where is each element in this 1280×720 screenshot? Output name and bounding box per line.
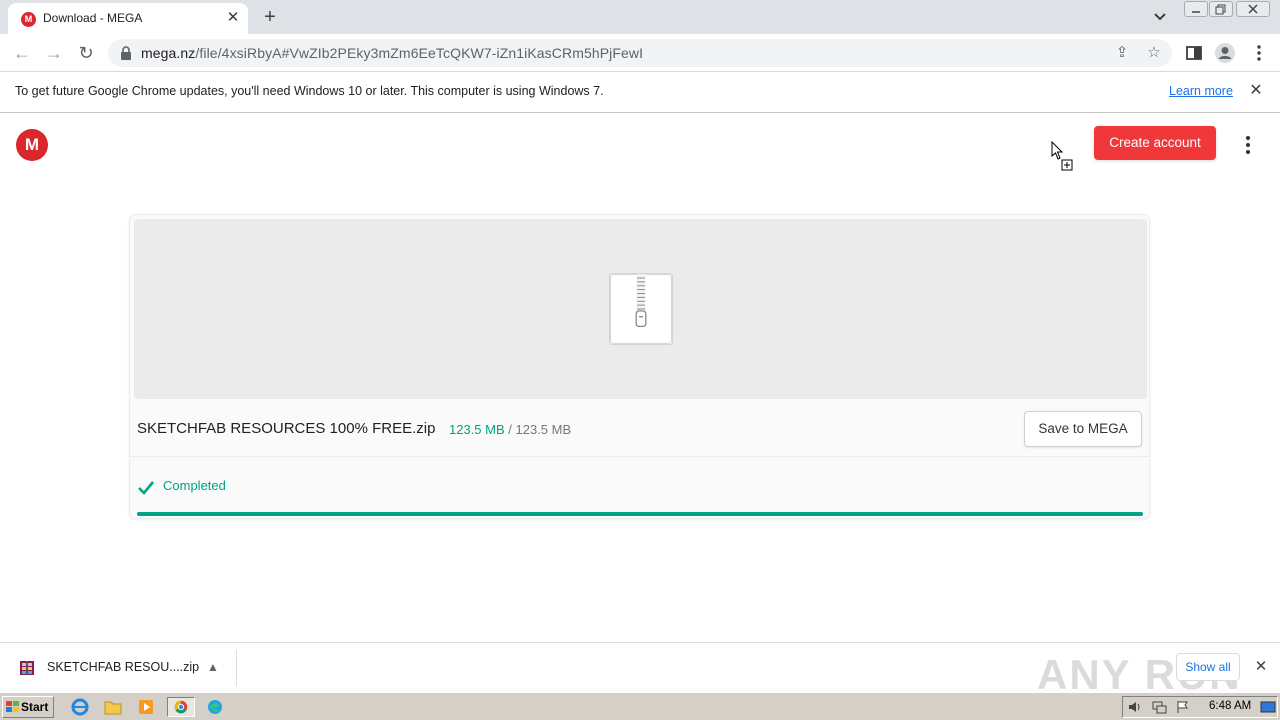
start-label: Start (21, 700, 49, 714)
archive-file-icon (20, 661, 34, 675)
checkmark-icon (138, 481, 155, 495)
show-all-button[interactable]: Show all (1176, 653, 1240, 681)
more-options-icon[interactable] (1238, 133, 1258, 157)
chevron-up-icon[interactable]: ▲ (203, 657, 223, 677)
reload-icon[interactable]: ↻ (75, 42, 97, 64)
internet-explorer-icon[interactable] (69, 697, 91, 717)
action-center-flag-icon[interactable] (1175, 700, 1191, 714)
url-text[interactable]: mega.nz/file/4xsiRbyA#VwZIb2PEky3mZm6EeT… (141, 45, 643, 61)
media-player-icon[interactable] (135, 697, 157, 717)
back-arrow-icon[interactable]: ← (11, 42, 33, 64)
new-tab-button[interactable]: + (258, 6, 282, 28)
network-icon[interactable] (1151, 700, 1167, 714)
url-host: mega.nz (141, 45, 196, 61)
clock[interactable]: 6:48 AM (1209, 700, 1251, 712)
forward-arrow-icon[interactable]: → (43, 42, 65, 64)
address-bar[interactable]: mega.nz/file/4xsiRbyA#VwZIb2PEky3mZm6EeT… (108, 39, 1172, 67)
volume-icon[interactable] (1127, 700, 1143, 714)
status-label: Completed (163, 478, 226, 493)
share-icon[interactable]: ⇪ (1112, 43, 1132, 63)
bookmark-star-icon[interactable]: ☆ (1144, 43, 1164, 63)
side-panel-icon[interactable] (1183, 42, 1205, 64)
system-tray: 6:48 AM (1122, 696, 1278, 718)
downloaded-size: 123.5 MB (449, 422, 505, 437)
file-info-row: SKETCHFAB RESOURCES 100% FREE.zip 123.5 … (130, 403, 1149, 457)
infobar-message: To get future Google Chrome updates, you… (15, 84, 604, 98)
show-desktop-icon[interactable] (1260, 700, 1276, 714)
file-preview-area (134, 219, 1147, 399)
file-name: SKETCHFAB RESOURCES 100% FREE.zip (137, 420, 436, 437)
download-shelf: SKETCHFAB RESOU....zip ▲ ANY RUN Show al… (0, 642, 1280, 698)
window-minimize-button[interactable] (1184, 1, 1208, 17)
windows-flag-icon (6, 701, 19, 712)
browser-menu-icon[interactable] (1248, 42, 1270, 64)
size-separator: / (504, 422, 516, 437)
shelf-close-icon[interactable]: ✕ (1252, 658, 1270, 676)
chevron-down-icon[interactable] (1150, 8, 1170, 26)
shelf-divider (236, 650, 237, 686)
profile-avatar-icon[interactable] (1214, 42, 1236, 64)
tab-mega-download[interactable]: M Download - MEGA ✕ (8, 3, 248, 34)
url-path: /file/4xsiRbyA#VwZIb2PEky3mZm6EeTcQKW7-i… (195, 45, 644, 61)
downloaded-file-name[interactable]: SKETCHFAB RESOU....zip (47, 660, 199, 674)
learn-more-link[interactable]: Learn more (1169, 84, 1233, 98)
download-status-row: Completed (130, 458, 1149, 518)
file-size: 123.5 MB / 123.5 MB (449, 422, 571, 437)
window-restore-button[interactable] (1209, 1, 1233, 17)
file-explorer-icon[interactable] (102, 697, 124, 717)
update-infobar: To get future Google Chrome updates, you… (0, 72, 1280, 113)
mega-favicon-icon: M (21, 12, 36, 27)
download-progress-bar (137, 512, 1143, 516)
create-account-button[interactable]: Create account (1094, 126, 1216, 160)
tab-close-icon[interactable]: ✕ (224, 9, 242, 27)
mega-download-page: M Create account SKETCHFAB RESOURCES 100… (0, 113, 1280, 642)
mega-logo[interactable]: M (16, 129, 48, 161)
zip-file-icon (609, 273, 673, 345)
mouse-cursor-icon (1051, 141, 1073, 171)
save-to-mega-button[interactable]: Save to MEGA (1024, 411, 1142, 447)
browser-toolbar: ← → ↻ mega.nz/file/4xsiRbyA#VwZIb2PEky3m… (0, 34, 1280, 72)
tab-title: Download - MEGA (43, 11, 143, 25)
edge-icon[interactable] (204, 697, 226, 717)
window-close-button[interactable] (1236, 1, 1270, 17)
start-button[interactable]: Start (2, 696, 54, 718)
chrome-taskbar-icon[interactable] (167, 697, 195, 717)
tab-strip: M Download - MEGA ✕ + (0, 0, 1280, 34)
lock-icon[interactable] (120, 46, 132, 60)
infobar-close-icon[interactable]: ✕ (1247, 82, 1265, 100)
windows-taskbar: Start 6:48 AM (0, 692, 1280, 720)
total-size: 123.5 MB (515, 422, 572, 437)
file-download-card: SKETCHFAB RESOURCES 100% FREE.zip 123.5 … (129, 214, 1150, 519)
